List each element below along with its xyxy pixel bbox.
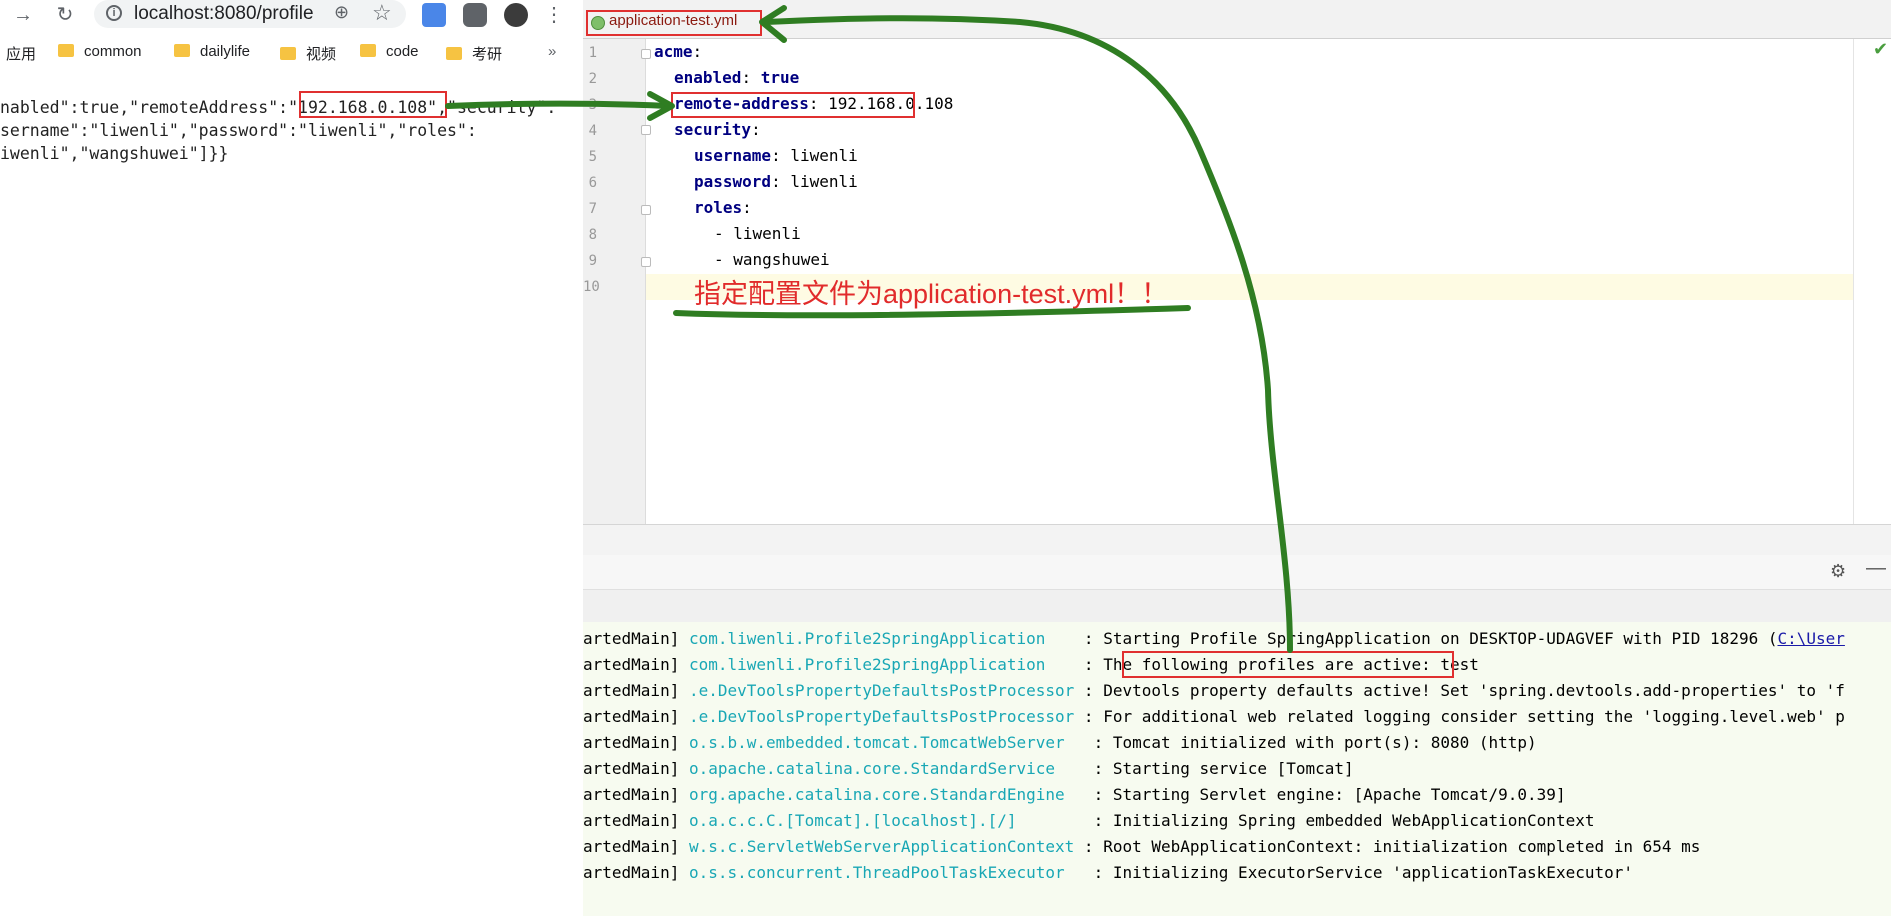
fold-marker-icon[interactable] (641, 205, 651, 215)
forward-arrow-icon[interactable]: → (10, 2, 36, 28)
line-number: 9 (588, 253, 597, 269)
code-line-2: enabled: true (674, 68, 800, 87)
line-number: 10 (583, 279, 600, 295)
profile-avatar[interactable] (504, 3, 528, 27)
bookmarks-overflow-chevron[interactable]: » (548, 43, 556, 60)
code-line-5: username: liwenli (694, 146, 858, 165)
bookmark-dailylife[interactable]: dailylife (174, 43, 250, 60)
log-line: artedMain] com.liwenli.Profile2SpringApp… (583, 629, 1845, 648)
browser-window: → ↻ i localhost:8080/profile ⊕ ☆ ⋮ 应用 co… (0, 0, 583, 916)
reload-icon[interactable]: ↻ (52, 2, 78, 28)
code-line-1: acme: (654, 42, 703, 61)
tab-highlight-box (586, 10, 762, 36)
bookmark-kaoyan[interactable]: 考研 (446, 43, 502, 64)
json-line: iwenli","wangshuwei"]}} (0, 144, 229, 163)
line-number: 2 (588, 71, 597, 87)
line-gutter: 1 2 3 4 5 6 7 8 9 10 (583, 39, 651, 524)
log-line: artedMain] o.a.c.c.C.[Tomcat].[localhost… (583, 811, 1595, 830)
extensions-puzzle-icon[interactable] (463, 3, 487, 27)
code-line-7: roles: (694, 198, 752, 217)
panel-separator[interactable] (583, 524, 1891, 555)
run-panel-header (583, 555, 1891, 590)
folder-icon (446, 47, 462, 60)
log-line: artedMain] .e.DevToolsPropertyDefaultsPo… (583, 681, 1845, 700)
browser-toolbar: → ↻ i localhost:8080/profile ⊕ ☆ ⋮ (0, 0, 583, 30)
fold-marker-icon[interactable] (641, 49, 651, 59)
address-bar[interactable]: i localhost:8080/profile ⊕ ☆ (94, 0, 406, 28)
line-number: 5 (588, 149, 597, 165)
folder-icon (174, 44, 190, 57)
remote-address-yaml-highlight-box (671, 92, 915, 118)
log-line: artedMain] org.apache.catalina.core.Stan… (583, 785, 1566, 804)
line-number: 3 (588, 97, 597, 113)
console-output[interactable]: artedMain] com.liwenli.Profile2SpringApp… (583, 622, 1891, 916)
folder-icon (280, 47, 296, 60)
line-number: 7 (588, 201, 597, 217)
code-line-9: - wangshuwei (714, 250, 830, 269)
log-line: artedMain] o.s.b.w.embedded.tomcat.Tomca… (583, 733, 1537, 752)
bookmark-apps[interactable]: 应用 (6, 43, 36, 64)
file-path-link[interactable]: C:\User (1777, 629, 1844, 648)
active-profile-highlight-box (1122, 651, 1454, 678)
bookmarks-bar: 应用 common dailylife 视频 code 考研 » (0, 40, 583, 66)
fold-marker-icon[interactable] (641, 125, 651, 135)
ide-window: application-test.yml 1 2 3 4 5 6 7 8 9 1… (583, 0, 1891, 916)
json-response: nabled":true,"remoteAddress":"192.168.0.… (0, 96, 556, 165)
json-line: sername":"liwenli","password":"liwenli",… (0, 121, 477, 140)
log-line: artedMain] .e.DevToolsPropertyDefaultsPo… (583, 707, 1845, 726)
check-icon: ✔ (1873, 39, 1889, 59)
gear-icon[interactable]: ⚙ (1830, 561, 1846, 582)
code-line-6: password: liwenli (694, 172, 858, 191)
folder-icon (58, 44, 74, 57)
run-panel-toolbar (583, 590, 1891, 623)
remote-address-highlight-box (299, 91, 447, 118)
log-line: artedMain] o.apache.catalina.core.Standa… (583, 759, 1354, 778)
bookmark-common[interactable]: common (58, 43, 142, 60)
folder-icon (360, 44, 376, 57)
site-info-icon[interactable]: i (106, 5, 122, 21)
editor-tab-bar: application-test.yml (583, 0, 1891, 39)
code-line-4: security: (674, 120, 761, 139)
line-number: 1 (588, 45, 597, 61)
translate-extension-icon[interactable] (422, 3, 446, 27)
minimize-icon[interactable]: — (1866, 557, 1886, 580)
line-number: 6 (588, 175, 597, 191)
fold-marker-icon[interactable] (641, 257, 651, 267)
url-text[interactable]: localhost:8080/profile (134, 3, 314, 25)
annotation-text: 指定配置文件为application-test.yml！！ (694, 279, 1169, 309)
line-number: 4 (588, 123, 597, 139)
line-number: 8 (588, 227, 597, 243)
menu-dots-icon[interactable]: ⋮ (541, 2, 567, 28)
bookmark-video[interactable]: 视频 (280, 43, 336, 64)
zoom-icon[interactable]: ⊕ (334, 2, 349, 23)
bookmark-code[interactable]: code (360, 43, 419, 60)
log-line: artedMain] w.s.c.ServletWebServerApplica… (583, 837, 1701, 856)
bookmark-star-icon[interactable]: ☆ (372, 0, 392, 26)
log-line: artedMain] o.s.s.concurrent.ThreadPoolTa… (583, 863, 1633, 882)
editor-right-gutter (1853, 39, 1891, 524)
json-line: nabled":true,"remoteAddress":"192.168.0.… (0, 98, 557, 117)
code-line-8: - liwenli (714, 224, 801, 243)
